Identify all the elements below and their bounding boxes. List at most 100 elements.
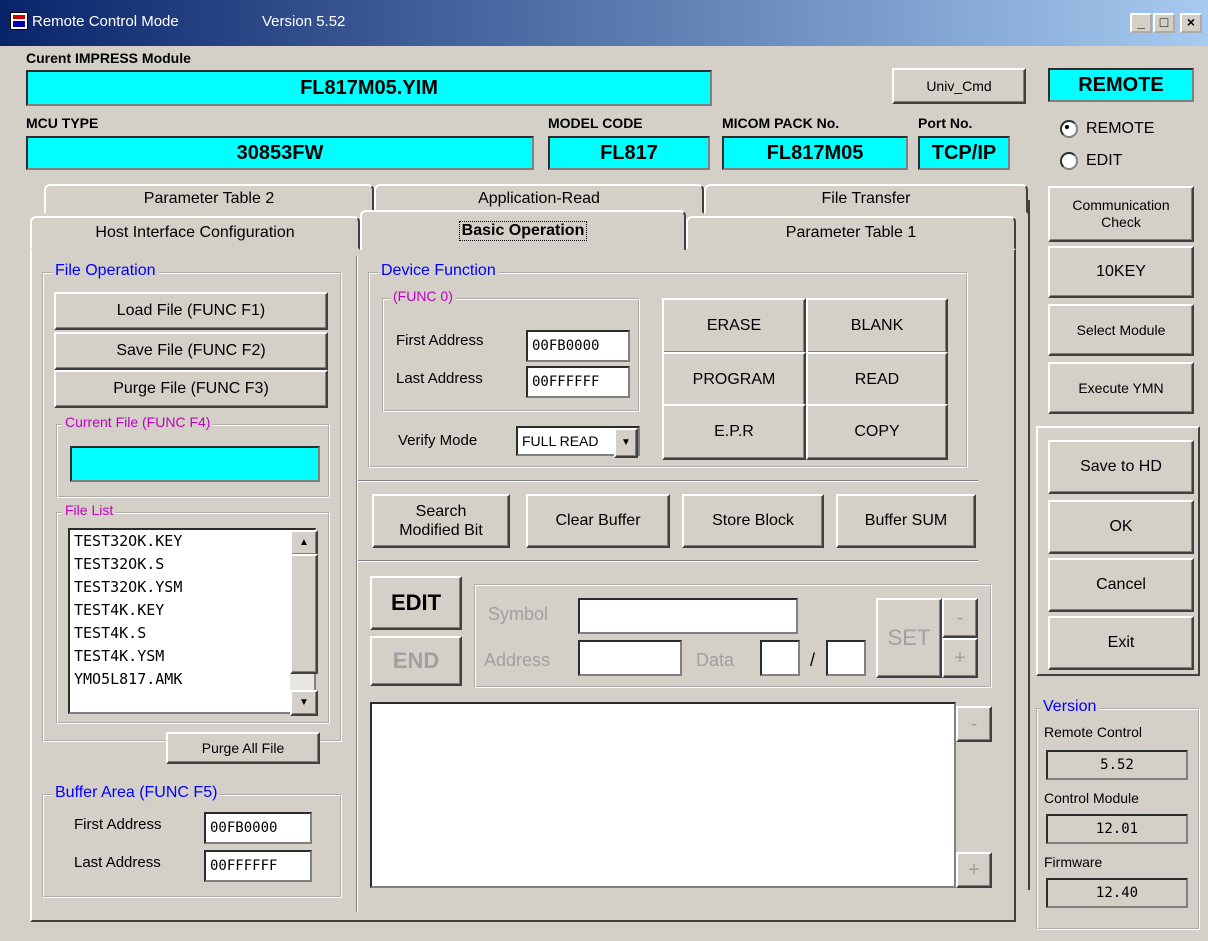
radio-remote-label: REMOTE <box>1086 120 1155 137</box>
tab-parameter-table-2[interactable]: Parameter Table 2 <box>44 184 374 214</box>
exit-button[interactable]: Exit <box>1048 616 1194 670</box>
buffer-first-label: First Address <box>74 816 162 833</box>
symbol-label: Symbol <box>488 604 549 624</box>
firmware-label: Firmware <box>1044 854 1103 870</box>
scroll-plus-button[interactable]: + <box>956 852 992 888</box>
device-first-label: First Address <box>396 332 484 349</box>
list-item[interactable]: TEST4K.S <box>70 622 314 645</box>
minimize-button[interactable]: _ <box>1130 13 1152 33</box>
device-last-label: Last Address <box>396 370 483 387</box>
list-item[interactable]: YMO5L817.AMK <box>70 668 314 691</box>
scroll-up-arrow-icon[interactable]: ▲ <box>290 530 318 556</box>
end-button[interactable]: END <box>370 636 462 686</box>
select-module-button[interactable]: Select Module <box>1048 304 1194 356</box>
program-button[interactable]: PROGRAM <box>662 352 806 408</box>
data-label: Data <box>696 650 735 670</box>
buffer-last-label: Last Address <box>74 854 161 871</box>
copy-button[interactable]: COPY <box>806 404 948 460</box>
device-first-address-input[interactable]: 00FB0000 <box>526 330 630 362</box>
edit-button[interactable]: EDIT <box>370 576 462 630</box>
device-last-address-input[interactable]: 00FFFFFF <box>526 366 630 398</box>
store-block-button[interactable]: Store Block <box>682 494 824 548</box>
scroll-thumb[interactable] <box>290 554 318 674</box>
data-input-2[interactable] <box>826 640 866 676</box>
search-modified-bit-button[interactable]: Search Modified Bit <box>372 494 510 548</box>
address-label: Address <box>484 650 551 670</box>
purge-all-file-button[interactable]: Purge All File <box>166 732 320 764</box>
verify-mode-label: Verify Mode <box>398 432 478 449</box>
univ-cmd-button[interactable]: Univ_Cmd <box>892 68 1026 104</box>
list-item[interactable]: TEST32OK.YSM <box>70 576 314 599</box>
mode-badge: REMOTE <box>1048 68 1194 102</box>
tab-basic-operation[interactable]: Basic Operation <box>360 210 686 250</box>
mcu-field: 30853FW <box>26 136 534 170</box>
10key-button[interactable]: 10KEY <box>1048 246 1194 298</box>
func0-label: (FUNC 0) <box>390 288 456 304</box>
panel-divider <box>356 256 358 912</box>
blank-button[interactable]: BLANK <box>806 298 948 354</box>
verify-mode-value: FULL READ <box>522 433 599 449</box>
tab-file-transfer[interactable]: File Transfer <box>704 184 1028 214</box>
data-separator: / <box>810 650 816 670</box>
data-input-1[interactable] <box>760 640 800 676</box>
radio-remote[interactable]: REMOTE <box>1060 120 1154 138</box>
purge-file-button[interactable]: Purge File (FUNC F3) <box>54 370 328 408</box>
buffer-area-group <box>42 794 342 898</box>
maximize-button[interactable]: □ <box>1153 13 1175 33</box>
tab-parameter-table-1[interactable]: Parameter Table 1 <box>686 216 1016 250</box>
communication-check-button[interactable]: Communication Check <box>1048 186 1194 242</box>
save-to-hd-button[interactable]: Save to HD <box>1048 440 1194 494</box>
ok-button[interactable]: OK <box>1048 500 1194 554</box>
clear-buffer-button[interactable]: Clear Buffer <box>526 494 670 548</box>
load-file-button[interactable]: Load File (FUNC F1) <box>54 292 328 330</box>
close-button[interactable]: × <box>1180 13 1202 33</box>
current-file-label: Current File (FUNC F4) <box>62 414 214 430</box>
epr-button[interactable]: E.P.R <box>662 404 806 460</box>
window-title: Remote Control Mode <box>32 13 179 30</box>
window-version: Version 5.52 <box>262 13 346 30</box>
execute-ymn-button[interactable]: Execute YMN <box>1048 362 1194 414</box>
remote-control-label: Remote Control <box>1044 724 1143 740</box>
set-button[interactable]: SET <box>876 598 942 678</box>
tab-host-interface[interactable]: Host Interface Configuration <box>30 216 360 250</box>
verify-mode-select[interactable]: FULL READ ▼ <box>516 426 640 458</box>
output-textarea[interactable] <box>370 702 956 888</box>
chevron-down-icon[interactable]: ▼ <box>614 428 638 458</box>
list-item[interactable]: TEST4K.KEY <box>70 599 314 622</box>
read-button[interactable]: READ <box>806 352 948 408</box>
tab-basic-operation-label: Basic Operation <box>458 221 588 241</box>
address-input[interactable] <box>578 640 682 676</box>
radio-edit[interactable]: EDIT <box>1060 152 1122 170</box>
list-item[interactable]: TEST4K.YSM <box>70 645 314 668</box>
firmware-version: 12.40 <box>1046 878 1188 908</box>
file-operation-label: File Operation <box>52 262 159 280</box>
app-icon <box>10 12 28 30</box>
module-label: Curent IMPRESS Module <box>26 50 191 66</box>
minus-button[interactable]: - <box>942 598 978 638</box>
list-item[interactable]: TEST32OK.KEY <box>70 530 314 553</box>
plus-button[interactable]: + <box>942 638 978 678</box>
current-file-field <box>70 446 320 482</box>
erase-button[interactable]: ERASE <box>662 298 806 354</box>
divider <box>358 480 978 482</box>
radio-edit-dot[interactable] <box>1060 152 1078 170</box>
cancel-button[interactable]: Cancel <box>1048 558 1194 612</box>
port-label: Port No. <box>918 115 973 131</box>
symbol-input[interactable] <box>578 598 798 634</box>
buffer-last-address-input[interactable]: 00FFFFFF <box>204 850 312 882</box>
list-item[interactable]: TEST32OK.S <box>70 553 314 576</box>
buffer-sum-button[interactable]: Buffer SUM <box>836 494 976 548</box>
save-file-button[interactable]: Save File (FUNC F2) <box>54 332 328 370</box>
model-field: FL817 <box>548 136 710 170</box>
buffer-area-label: Buffer Area (FUNC F5) <box>52 784 221 802</box>
scroll-minus-button[interactable]: - <box>956 706 992 742</box>
remote-control-version: 5.52 <box>1046 750 1188 780</box>
file-list[interactable]: TEST32OK.KEY TEST32OK.S TEST32OK.YSM TES… <box>68 528 316 714</box>
radio-remote-dot[interactable] <box>1060 120 1078 138</box>
radio-edit-label: EDIT <box>1086 152 1123 169</box>
file-list-scrollbar[interactable]: ▲ ▼ <box>290 530 318 716</box>
scroll-down-arrow-icon[interactable]: ▼ <box>290 690 318 716</box>
title-bar: Remote Control Mode Version 5.52 _ □ × <box>0 0 1208 46</box>
port-field: TCP/IP <box>918 136 1010 170</box>
buffer-first-address-input[interactable]: 00FB0000 <box>204 812 312 844</box>
